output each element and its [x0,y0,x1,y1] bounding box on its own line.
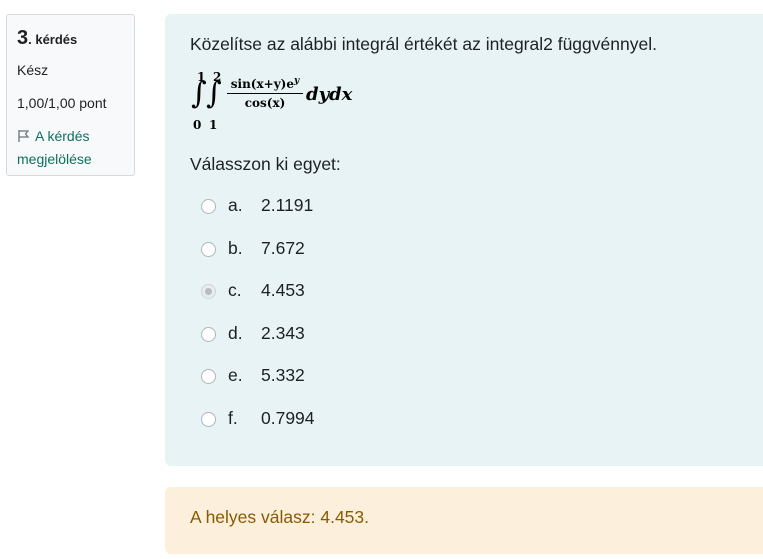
answer-option-a[interactable]: a. 2.1191 [201,195,501,221]
answer-option-b[interactable]: b. 7.672 [201,238,501,264]
outer-integral-sign: ∫ [191,76,207,111]
option-radio[interactable] [201,242,216,257]
flag-question-link[interactable]: A kérdés megjelölése [17,125,132,171]
option-radio[interactable] [201,199,216,214]
question-text: Közelítse az alábbi integrál értékét az … [190,34,657,54]
answer-option-e[interactable]: e. 5.332 [201,365,501,391]
correct-answer-text: A helyes válasz: 4.453. [190,507,369,527]
option-value: 0.7994 [261,408,315,428]
integrand-numerator: sin(x+y)ey [227,76,303,91]
correct-answer-feedback: A helyes válasz: 4.453. [165,487,763,554]
question-grade: 1,00/1,00 pont [17,95,107,111]
option-letter: c. [228,280,242,300]
inner-lower-limit: 1 [209,118,218,132]
flag-icon [18,130,30,142]
inner-integral-sign: ∫ [206,76,222,111]
option-radio-selected[interactable] [201,284,216,299]
integral-formula: 1 ∫ 0 2 ∫ 1 sin(x+y)ey cos(x) dydx [190,70,370,132]
option-radio[interactable] [201,327,216,342]
integrand-fraction: sin(x+y)ey cos(x) [227,76,303,110]
answer-option-c[interactable]: c. 4.453 [201,280,501,306]
option-value: 5.332 [261,365,305,385]
option-radio[interactable] [201,412,216,427]
question-number-value: 3 [17,27,29,49]
option-letter: d. [228,323,243,343]
question-number-label: . kérdés [28,32,78,47]
integrand-denominator: cos(x) [244,96,286,110]
option-value: 4.453 [261,280,305,300]
option-letter: f. [228,408,238,428]
outer-lower-limit: 0 [193,118,202,132]
question-state: Kész [17,62,49,78]
question-formulation: Közelítse az alábbi integrál értékét az … [165,14,763,466]
numerator-text: sin(x+y)e [230,77,294,91]
integral-differentials: dydx [306,84,353,105]
option-letter: b. [228,238,243,258]
option-letter: e. [228,365,243,385]
answer-prompt: Válasszon ki egyet: [190,154,341,174]
question-info-panel: 3. kérdés Kész 1,00/1,00 pont A kérdés m… [6,14,135,176]
question-number: 3. kérdés [17,27,77,50]
option-value: 2.343 [261,323,305,343]
answer-option-f[interactable]: f. 0.7994 [201,408,501,434]
numerator-exponent: y [293,76,300,86]
option-radio[interactable] [201,369,216,384]
answer-option-d[interactable]: d. 2.343 [201,323,501,349]
fraction-bar [227,93,303,94]
option-value: 2.1191 [261,195,314,215]
option-letter: a. [228,195,243,215]
option-value: 7.672 [261,238,305,258]
